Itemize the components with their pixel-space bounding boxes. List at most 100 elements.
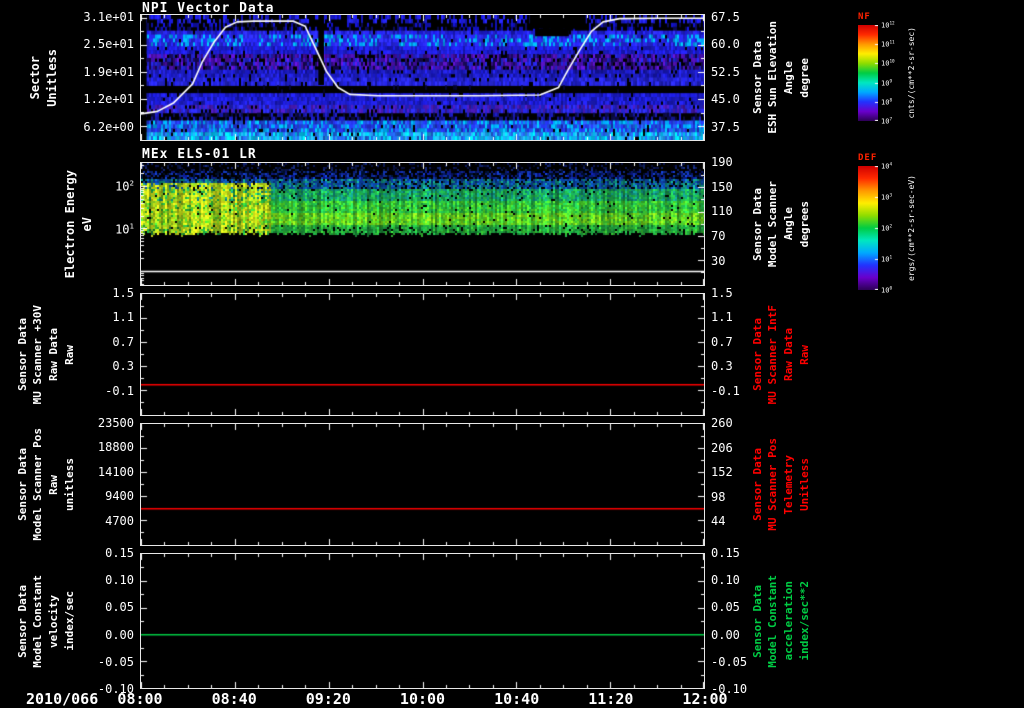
y-axis-label-right-panel-1: Sensor Data ESH Sun Elevation Angle degree — [750, 14, 812, 141]
y-axis-label-line: unitless — [62, 458, 76, 511]
y-axis-label-line: Raw — [797, 344, 811, 365]
y-right-tick-labels-panel-5: 0.15 0.10 0.05 0.00 -0.05 -0.10 — [708, 547, 754, 695]
line-canvas-panel-4 — [141, 424, 704, 545]
y-left-tick-labels-panel-5: 0.15 0.10 0.05 0.00 -0.05 -0.10 — [82, 547, 137, 695]
y-axis-label-line: Angle — [782, 207, 795, 241]
y-tick-label: 18800 — [97, 440, 134, 455]
y-right-tick-labels-panel-2: 190 150 110 70 30 — [708, 156, 754, 286]
y-tick-label: 1.1 — [711, 310, 733, 325]
y-axis-label-line: Model Scanner Pos — [31, 428, 45, 541]
colorbar-tick-label: 1011 — [881, 40, 895, 49]
x-tick-label: 12:00 — [682, 690, 728, 708]
y-tick-label: 6.2e+00 — [83, 119, 134, 134]
y-tick-label: 1.1 — [112, 310, 134, 325]
y-tick-label: -0.1 — [711, 383, 740, 398]
x-tick-label: 10:00 — [399, 690, 446, 708]
y-axis-label-line: MU Scanner IntF — [766, 304, 780, 405]
y-axis-label-left-panel-1: Sector Unitless — [18, 14, 70, 141]
y-tick-label: 0.10 — [105, 573, 134, 588]
y-tick-label: 4700 — [105, 513, 134, 528]
line-canvas-panel-5 — [141, 554, 704, 688]
y-axis-label-right-panel-4: Sensor Data MU Scanner Pos Telemetry Unitle… — [750, 423, 812, 546]
line-canvas-panel-3 — [141, 294, 704, 415]
y-axis-label-line: Model Constant — [766, 574, 780, 668]
y-axis-label-line: Sensor Data — [750, 41, 764, 114]
colorbar-tick-label: 1010 — [881, 59, 895, 69]
y-axis-label-line: degrees — [797, 200, 811, 248]
plot-panel-4 — [140, 423, 705, 546]
y-left-tick-labels-panel-3: 1.5 1.1 0.7 0.3 -0.1 — [82, 287, 137, 416]
y-axis-label-line: Raw — [47, 474, 60, 495]
y-tick-label: 0.15 — [711, 546, 740, 560]
y-axis-label-line: Sensor Data — [750, 187, 764, 261]
y-tick-label: 52.5 — [711, 64, 740, 79]
y-tick-label: 1.2e+01 — [83, 92, 134, 107]
colorbar-tick-label: 100 — [881, 286, 893, 295]
colorbar-tick-label: 102 — [881, 224, 893, 233]
y-axis-label-line: acceleration — [782, 581, 795, 661]
y-axis-label-line: index/sec**2 — [797, 581, 811, 661]
y-tick-label: 0.00 — [105, 627, 134, 642]
y-tick-label: 30 — [711, 253, 726, 268]
y-tick-label: 0.10 — [711, 573, 740, 588]
x-tick-label: 11:20 — [588, 690, 634, 708]
y-tick-label: 0.05 — [105, 600, 134, 615]
y-axis-label-line: Angle — [782, 60, 795, 95]
x-tick-label: 08:40 — [211, 690, 257, 708]
y-axis-label-line: index/sec — [62, 591, 76, 651]
y-tick-label: 260 — [711, 416, 733, 430]
y-axis-label-line: Sensor Data — [15, 318, 29, 391]
x-tick-label: 10:40 — [494, 690, 540, 708]
y-tick-label: 1.5 — [711, 286, 733, 300]
colorbar-tick-label: 1012 — [881, 21, 895, 30]
plot-panel-5 — [140, 553, 705, 689]
y-tick-label: -0.05 — [97, 654, 134, 669]
y-tick-label: 102 — [115, 178, 134, 194]
y-axis-label-right-panel-5: Sensor Data Model Constant acceleration ind… — [750, 553, 812, 689]
y-tick-label: 70 — [711, 229, 726, 244]
y-tick-label: 206 — [711, 440, 733, 455]
y-tick-label: 44 — [711, 514, 726, 529]
y-axis-label-line: Raw — [62, 344, 76, 365]
y-tick-label: 0.7 — [112, 334, 134, 349]
y-axis-label-right-panel-2: Sensor Data Model Scanner Angle degrees — [750, 162, 812, 286]
x-tick-label: 08:00 — [117, 690, 163, 708]
colorbar-title-def: DEF — [858, 153, 878, 163]
y-tick-label: 152 — [711, 465, 733, 480]
y-axis-label-line: ESH Sun Elevation — [766, 21, 780, 134]
y-tick-label: 0.3 — [112, 359, 134, 374]
y-tick-label: 0.05 — [711, 600, 740, 615]
y-tick-label: 1.9e+01 — [83, 64, 134, 79]
y-axis-label-line: velocity — [47, 594, 60, 648]
y-axis-label-line: Model Constant — [31, 574, 45, 668]
y-axis-label-left-panel-2: Electron Energy eV — [56, 162, 102, 286]
plot-panel-3 — [140, 293, 705, 416]
y-axis-label-line: Raw Data — [782, 328, 795, 381]
y-axis-label-line: degree — [797, 57, 811, 98]
colorbar-tick-label: 103 — [881, 193, 893, 202]
colorbar-def — [858, 166, 878, 290]
colorbar-tick-label: 101 — [881, 255, 893, 264]
colorbar-tick-label: 108 — [881, 98, 893, 107]
y-tick-label: 67.5 — [711, 9, 740, 24]
y-right-tick-labels-panel-4: 260 206 152 98 44 — [708, 417, 754, 546]
x-tick-label: 09:20 — [305, 690, 351, 708]
y-tick-label: 14100 — [97, 464, 134, 479]
colorbar-unit-text: ergs/(cm**2-sr-sec-eV) — [907, 175, 916, 281]
y-axis-label-right-panel-3: Sensor Data MU Scanner IntF Raw Data Raw — [750, 293, 812, 416]
y-tick-label: 60.0 — [711, 37, 740, 52]
y-tick-label: 45.0 — [711, 92, 740, 107]
y-tick-label: 3.1e+01 — [83, 9, 134, 24]
y-axis-label-left-panel-5: Sensor Data Model Constant velocity index/s… — [12, 553, 80, 689]
y-axis-label-line: MU Scanner Pos — [766, 438, 780, 531]
y-axis-label-line: Model Scanner — [766, 180, 780, 268]
colorbar-unit-def: ergs/(cm**2-sr-sec-eV) — [906, 166, 918, 290]
colorbar-title-nf: NF — [858, 12, 871, 22]
y-axis-label-line: Unitless — [45, 48, 59, 107]
colorbar-tick-label: 107 — [881, 117, 893, 126]
multi-panel-plot-page: NPI Vector Data MEx ELS-01 LR 3.1e+01 2.5… — [0, 0, 1024, 708]
y-axis-label-line: Electron Energy — [63, 169, 77, 279]
y-left-tick-labels-panel-4: 23500 18800 14100 9400 4700 — [82, 417, 137, 546]
date-label: 2010/066 — [26, 690, 99, 708]
y-axis-label-line: Sensor Data — [15, 584, 29, 658]
